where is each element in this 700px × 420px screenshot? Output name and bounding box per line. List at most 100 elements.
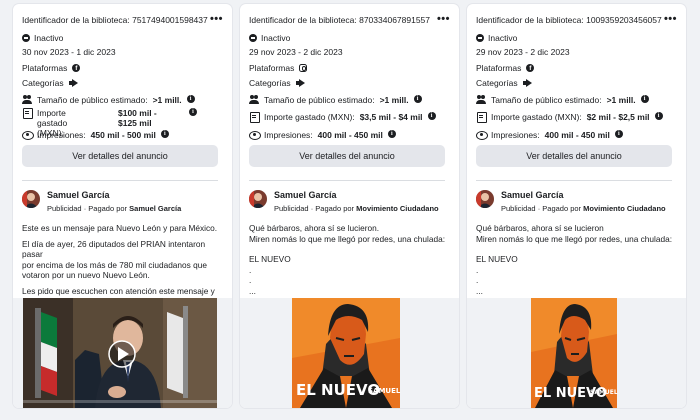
avatar[interactable] xyxy=(249,190,267,208)
sponsor-line: Publicidad · Pagado por Samuel García xyxy=(47,204,181,213)
more-options-button[interactable]: ••• xyxy=(210,13,223,25)
date-range: 30 nov 2023 - 1 dic 2023 xyxy=(22,47,116,57)
poster-image[interactable]: EL NUEVO SAMUEL xyxy=(240,298,459,408)
body-line: Miren nomás lo que me llegó por redes, u… xyxy=(249,233,446,244)
view-ad-details-button[interactable]: Ver detalles del anuncio xyxy=(476,145,672,167)
info-icon[interactable]: i xyxy=(186,95,195,103)
spend-label: Importe gastado (MXN): xyxy=(264,112,355,122)
impressions-value: 450 mil - 500 mil xyxy=(90,130,156,140)
categories-label: Categorías xyxy=(249,78,291,88)
status-text: Inactivo xyxy=(488,33,518,43)
info-icon[interactable]: i xyxy=(614,130,623,138)
body-line: EL NUEVO xyxy=(476,254,518,264)
spend-row: Importe gastado (MXN): $3,5 mil - $4 mil… xyxy=(249,112,436,123)
instagram-icon xyxy=(299,64,308,72)
facebook-icon: f xyxy=(526,64,535,72)
categories-row: Categorías xyxy=(249,78,306,88)
library-id: Identificador de la biblioteca: 87033406… xyxy=(249,15,431,25)
status-text: Inactivo xyxy=(261,33,291,43)
impressions-value: 400 mil - 450 mil xyxy=(544,130,610,140)
facebook-icon: f xyxy=(72,64,81,72)
body-line: El día de ayer, 26 diputados del PRIAN i… xyxy=(22,238,206,260)
people-icon xyxy=(22,95,32,104)
body-line: . xyxy=(476,275,479,285)
sponsored-label: Publicidad xyxy=(501,204,536,213)
platforms-label: Plataformas xyxy=(22,63,68,73)
spend-label: Importe gastado (MXN): xyxy=(491,112,582,122)
body-line: EL NUEVO xyxy=(249,254,291,264)
spend-value: $2 mil - $2,5 mil xyxy=(586,112,650,122)
ad-body: Este es un mensaje para Nuevo León y par… xyxy=(22,223,222,307)
megaphone-icon xyxy=(295,79,306,87)
spend-icon xyxy=(476,112,487,123)
advertiser-name[interactable]: Samuel García xyxy=(501,190,564,200)
platforms-row: Plataformas f xyxy=(22,63,81,73)
audience-value: >1 mill. xyxy=(152,95,182,105)
body-line: ... xyxy=(249,285,256,296)
status-row: Inactivo xyxy=(22,33,63,43)
advertiser-name[interactable]: Samuel García xyxy=(47,190,110,200)
platforms-label: Plataformas xyxy=(249,63,295,73)
info-icon[interactable]: i xyxy=(413,95,422,103)
body-line: Qué bárbaros, ahora sí se lucieron xyxy=(476,223,604,233)
body-line: Miren nomás lo que me llegó por redes, u… xyxy=(476,233,673,244)
info-icon[interactable]: i xyxy=(189,108,197,116)
info-icon[interactable]: i xyxy=(654,112,663,120)
poster-brand: SAMUEL xyxy=(368,387,401,395)
divider xyxy=(476,180,672,181)
sponsor-line: Publicidad · Pagado por Movimiento Ciuda… xyxy=(501,204,666,213)
video-thumbnail[interactable] xyxy=(13,298,232,408)
spend-value: $100 mil - $125 mil xyxy=(118,108,157,128)
paid-by-prefix: · Pagado por xyxy=(308,204,357,213)
paid-by-prefix: · Pagado por xyxy=(81,204,130,213)
poster-brand: SAMUEL xyxy=(590,389,618,396)
categories-label: Categorías xyxy=(22,78,64,88)
spend-row: Importe gastado (MXN): $2 mil - $2,5 mil… xyxy=(476,112,663,123)
body-line: ... xyxy=(476,285,483,296)
body-line: votaron por un nuevo Nuevo León. xyxy=(22,270,150,280)
impressions-value: 400 mil - 450 mil xyxy=(317,130,383,140)
divider xyxy=(22,180,218,181)
ad-card: Identificador de la biblioteca: 87033406… xyxy=(240,4,459,408)
divider xyxy=(249,180,445,181)
poster-image[interactable]: EL NUEVO SAMUEL xyxy=(467,298,686,408)
spend-icon xyxy=(22,108,33,119)
view-ad-details-button[interactable]: Ver detalles del anuncio xyxy=(22,145,218,167)
avatar[interactable] xyxy=(22,190,40,208)
audience-row: Tamaño de público estimado: >1 mill. i xyxy=(476,95,649,105)
view-ad-details-button[interactable]: Ver detalles del anuncio xyxy=(249,145,445,167)
info-icon[interactable]: i xyxy=(387,130,396,138)
categories-row: Categorías xyxy=(22,78,79,88)
more-options-button[interactable]: ••• xyxy=(437,13,450,25)
paid-by-name: Samuel García xyxy=(129,204,182,213)
impressions-label: Impresiones: xyxy=(491,130,540,140)
library-id: Identificador de la biblioteca: 75174940… xyxy=(22,15,208,25)
categories-row: Categorías xyxy=(476,78,533,88)
sponsor-line: Publicidad · Pagado por Movimiento Ciuda… xyxy=(274,204,439,213)
advertiser-name[interactable]: Samuel García xyxy=(274,190,337,200)
audience-value: >1 mill. xyxy=(606,95,636,105)
inactive-icon xyxy=(22,34,30,42)
body-line: . xyxy=(476,264,479,275)
paid-by-prefix: · Pagado por xyxy=(535,204,584,213)
eye-icon xyxy=(22,130,34,140)
sponsored-label: Publicidad xyxy=(47,204,82,213)
more-options-button[interactable]: ••• xyxy=(664,13,677,25)
megaphone-icon xyxy=(522,79,533,87)
info-icon[interactable]: i xyxy=(640,95,649,103)
impressions-label: Impresiones: xyxy=(37,130,86,140)
status-row: Inactivo xyxy=(249,33,290,43)
audience-label: Tamaño de público estimado: xyxy=(264,95,375,105)
inactive-icon xyxy=(249,34,257,42)
platforms-row: Plataformas f xyxy=(476,63,535,73)
megaphone-icon xyxy=(68,79,79,87)
library-id: Identificador de la biblioteca: 10093592… xyxy=(476,15,662,25)
ad-card: Identificador de la biblioteca: 10093592… xyxy=(467,4,686,408)
avatar[interactable] xyxy=(476,190,494,208)
body-line: Este es un mensaje para Nuevo León y par… xyxy=(22,223,218,233)
info-icon[interactable]: i xyxy=(160,130,169,138)
info-icon[interactable]: i xyxy=(427,112,436,120)
people-icon xyxy=(476,95,486,104)
body-line: . xyxy=(249,275,252,285)
eye-icon xyxy=(476,130,488,140)
